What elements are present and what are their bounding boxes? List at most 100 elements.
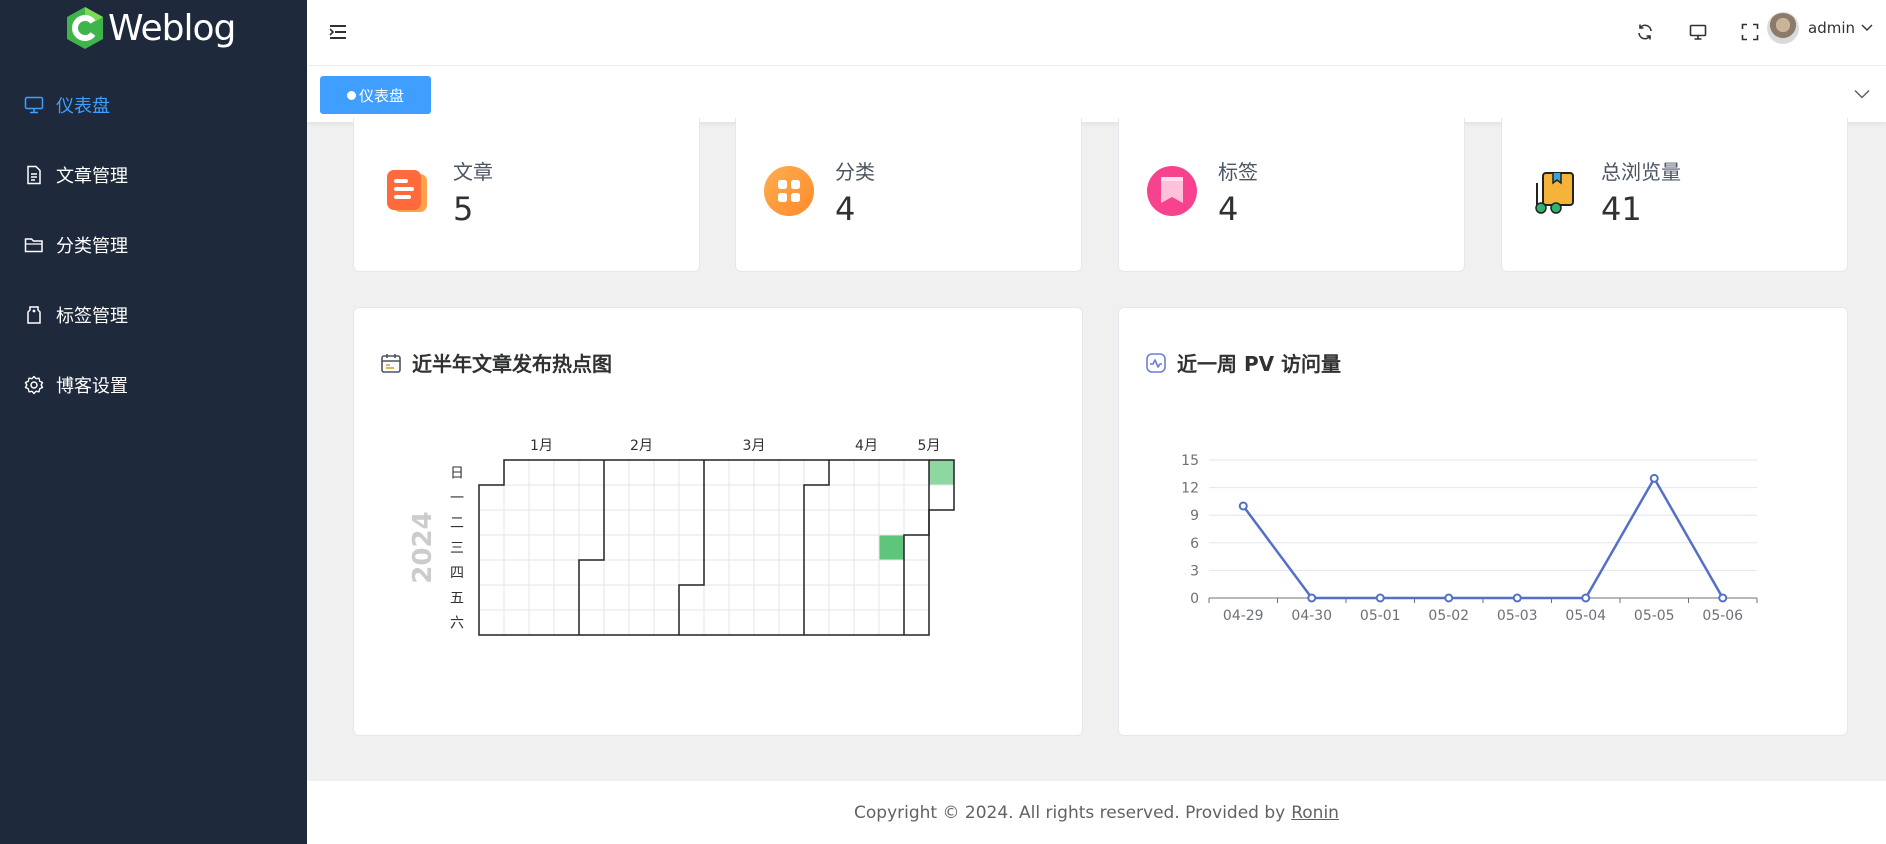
footer: Copyright © 2024. All rights reserved. P… [307,781,1886,844]
heatmap-cell [828,584,855,611]
heatmap-cell [828,534,855,561]
folder-icon [24,235,44,255]
data-point [1307,593,1317,603]
stat-label: 文章 [453,160,493,184]
heatmap-cell [653,559,680,586]
heatmap-cell [728,559,755,586]
sidebar-item-settings[interactable]: 博客设置 [0,350,307,420]
x-tick-label: 05-03 [1497,608,1538,624]
heatmap-cell [503,484,530,511]
heatmap-cell [853,509,880,536]
pv-panel: 近一周 PV 访问量 0 3 6 9 12 15 04-29 04-30 05-01 05-02 0… [1118,307,1848,736]
y-tick-label: 12 [1181,481,1199,497]
chevron-down-icon[interactable] [1850,82,1874,106]
heatmap-cell [853,559,880,586]
heatmap-panel: 近半年文章发布热点图 1月 2月 3月 4月 5月日一二三四五六 2024 [353,307,1083,736]
weekday-label: 一 [450,491,464,507]
heatmap-cell [878,509,905,536]
stat-value: 4 [1218,190,1239,228]
heatmap-cell [503,459,530,486]
heatmap-cell [578,484,605,511]
fullscreen-icon[interactable] [1732,14,1768,50]
refresh-icon[interactable] [1627,14,1663,50]
data-point [1238,501,1248,511]
month-label: 1月 [530,438,553,454]
document-icon [24,165,44,185]
heatmap-cell [553,459,580,486]
heatmap-cell [903,509,930,536]
heatmap-cell [853,484,880,511]
heatmap-cell [803,559,830,586]
chevron-down-icon [1861,24,1873,32]
heatmap-cell [528,609,555,636]
heatmap-cell [903,584,930,611]
user-menu[interactable]: admin [1767,10,1873,46]
sidebar-item-categories[interactable]: 分类管理 [0,210,307,280]
author-link[interactable]: Ronin [1291,803,1339,823]
heatmap-cell [603,534,630,561]
stat-card-tags: 标签 4 [1118,118,1465,272]
data-point [1512,593,1522,603]
stat-card-articles: 文章 5 [353,118,700,272]
heatmap-cell [628,484,655,511]
heatmap-cell [653,584,680,611]
heatmap-cell [578,534,605,561]
heatmap-cell [553,534,580,561]
heatmap-cell [853,534,880,561]
heatmap-cell [528,459,555,486]
heatmap-cell [653,459,680,486]
y-tick-label: 15 [1181,453,1199,469]
y-tick-label: 9 [1190,508,1199,524]
heatmap-cell [728,509,755,536]
heatmap-cell [628,559,655,586]
sidebar-item-label: 分类管理 [56,236,128,257]
heatmap-cell [628,584,655,611]
heatmap-cell [553,584,580,611]
heatmap-cell [528,484,555,511]
tab-dashboard[interactable]: 仪表盘 [320,76,431,114]
menu-fold-icon[interactable] [324,18,352,46]
heatmap-cell [653,509,680,536]
heatmap-cell [528,534,555,561]
heatmap-cell [678,459,705,486]
heatmap-cell [803,484,830,511]
heatmap-cell [828,459,855,486]
heatmap-cell [653,534,680,561]
heatmap-cell [678,609,705,636]
heatmap-cell [728,459,755,486]
data-point [1649,473,1659,483]
heatmap-cell [678,534,705,561]
heatmap-cell [903,609,930,636]
sidebar-item-articles[interactable]: 文章管理 [0,140,307,210]
heatmap-cell [803,609,830,636]
heatmap-cell [703,584,730,611]
month-label: 5月 [918,438,941,454]
heatmap-cell [703,459,730,486]
stat-value: 41 [1601,190,1642,228]
weekday-label: 四 [450,566,464,582]
app-logo[interactable]: Weblog [64,4,236,52]
year-label: 2024 [408,511,438,583]
heatmap-cell [753,459,780,486]
heatmap-cell [603,459,630,486]
heatmap-cell [628,509,655,536]
sidebar-item-dashboard[interactable]: 仪表盘 [0,70,307,140]
sidebar-item-tags[interactable]: 标签管理 [0,280,307,350]
stat-card-views: 总浏览量 41 [1501,118,1848,272]
heatmap-cell [828,559,855,586]
heatmap-cell [478,559,505,586]
heatmap-cell [553,559,580,586]
weekday-label: 五 [450,591,464,607]
heatmap-cell [828,609,855,636]
category-icon [764,166,814,216]
heatmap-cell [478,484,505,511]
month-label: 2月 [630,438,653,454]
stat-label: 标签 [1218,160,1258,184]
heatmap-cell [778,509,805,536]
heatmap-cell [578,584,605,611]
heatmap-cell [853,584,880,611]
monitor-icon[interactable] [1680,14,1716,50]
tab-label: 仪表盘 [358,86,404,105]
heatmap-cell [853,459,880,486]
heatmap-cell [678,559,705,586]
